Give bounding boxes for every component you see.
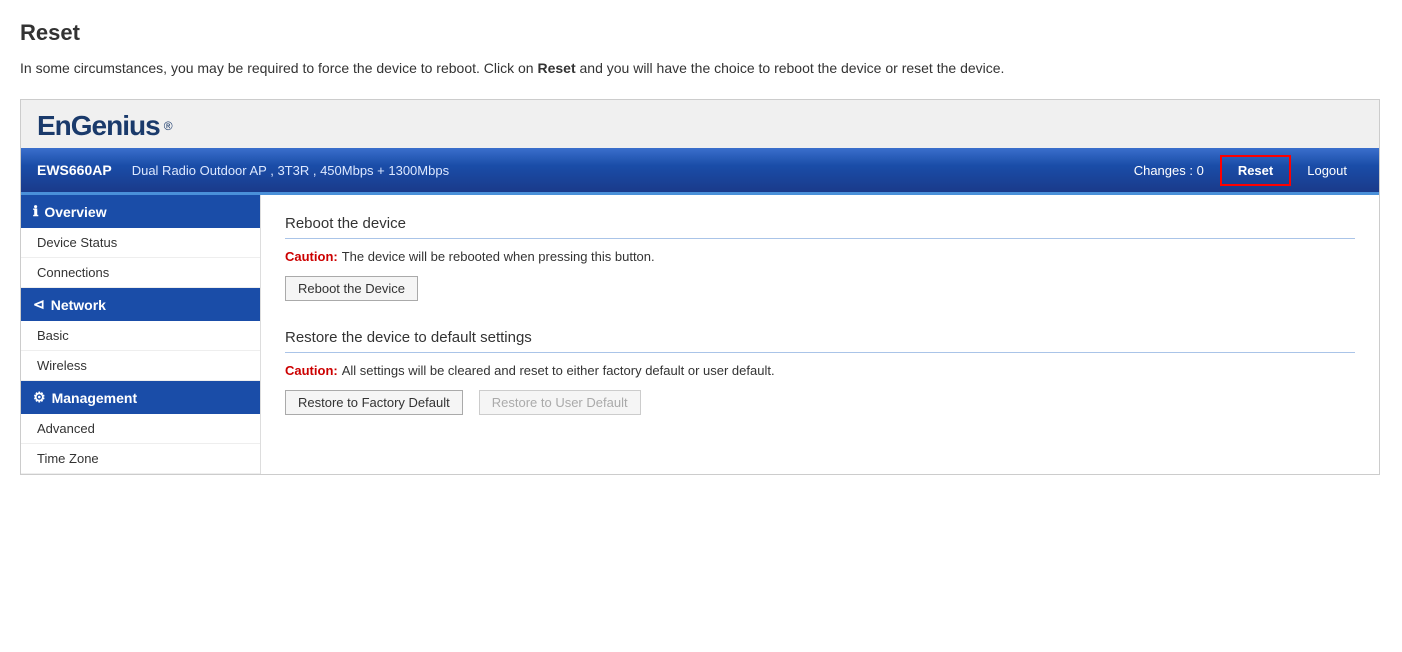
restore-factory-button[interactable]: Restore to Factory Default	[285, 390, 463, 415]
desc-keyword: Reset	[537, 60, 575, 76]
reboot-caution-label: Caution:	[285, 249, 338, 264]
desc-post: and you will have the choice to reboot t…	[576, 60, 1005, 76]
gear-icon: ⚙	[33, 389, 46, 406]
restore-caution-text: All settings will be cleared and reset t…	[342, 363, 775, 378]
reboot-device-button[interactable]: Reboot the Device	[285, 276, 418, 301]
nav-left: EWS660AP Dual Radio Outdoor AP , 3T3R , …	[37, 162, 449, 178]
sidebar-management-label: Management	[52, 390, 138, 406]
network-icon: ⊲	[33, 296, 45, 313]
restore-buttons-row: Restore to Factory Default Restore to Us…	[285, 390, 1355, 415]
desc-pre: In some circumstances, you may be requir…	[20, 60, 537, 76]
sidebar-overview-header[interactable]: ℹ Overview	[21, 195, 260, 228]
main-area: ℹ Overview Device Status Connections ⊲ N…	[21, 192, 1379, 474]
sidebar-network-label: Network	[51, 297, 106, 313]
nav-right: Changes : 0 Reset Logout	[1118, 155, 1363, 186]
info-icon: ℹ	[33, 203, 38, 220]
nav-bar: EWS660AP Dual Radio Outdoor AP , 3T3R , …	[21, 148, 1379, 192]
restore-caution-label: Caution:	[285, 363, 338, 378]
sidebar-item-connections[interactable]: Connections	[21, 258, 260, 288]
logout-button[interactable]: Logout	[1291, 157, 1363, 184]
restore-section-title: Restore the device to default settings	[285, 329, 1355, 353]
restore-caution-row: Caution: All settings will be cleared an…	[285, 363, 1355, 378]
restore-section: Restore the device to default settings C…	[285, 329, 1355, 415]
sidebar-management-header[interactable]: ⚙ Management	[21, 381, 260, 414]
sidebar-item-device-status[interactable]: Device Status	[21, 228, 260, 258]
sidebar-item-wireless[interactable]: Wireless	[21, 351, 260, 381]
device-header: EnGenius ®	[21, 100, 1379, 148]
reboot-caution-row: Caution: The device will be rebooted whe…	[285, 249, 1355, 264]
sidebar: ℹ Overview Device Status Connections ⊲ N…	[21, 195, 261, 474]
sidebar-item-advanced[interactable]: Advanced	[21, 414, 260, 444]
nav-description: Dual Radio Outdoor AP , 3T3R , 450Mbps +…	[132, 163, 449, 178]
sidebar-item-timezone[interactable]: Time Zone	[21, 444, 260, 474]
page-title: Reset	[20, 20, 1382, 46]
sidebar-overview-label: Overview	[44, 204, 106, 220]
page-description: In some circumstances, you may be requir…	[20, 58, 1382, 79]
reboot-caution-text: The device will be rebooted when pressin…	[342, 249, 655, 264]
content-area: Reboot the device Caution: The device wi…	[261, 195, 1379, 474]
sidebar-network-header[interactable]: ⊲ Network	[21, 288, 260, 321]
brand-name: EnGenius	[37, 110, 160, 142]
sidebar-item-basic[interactable]: Basic	[21, 321, 260, 351]
reset-nav-button[interactable]: Reset	[1220, 155, 1291, 186]
nav-model: EWS660AP	[37, 162, 112, 178]
brand-logo: EnGenius ®	[37, 110, 1363, 148]
changes-button[interactable]: Changes : 0	[1118, 157, 1220, 184]
reboot-section-title: Reboot the device	[285, 215, 1355, 239]
device-ui: EnGenius ® EWS660AP Dual Radio Outdoor AP…	[20, 99, 1380, 475]
restore-user-button[interactable]: Restore to User Default	[479, 390, 641, 415]
brand-reg: ®	[164, 119, 173, 133]
